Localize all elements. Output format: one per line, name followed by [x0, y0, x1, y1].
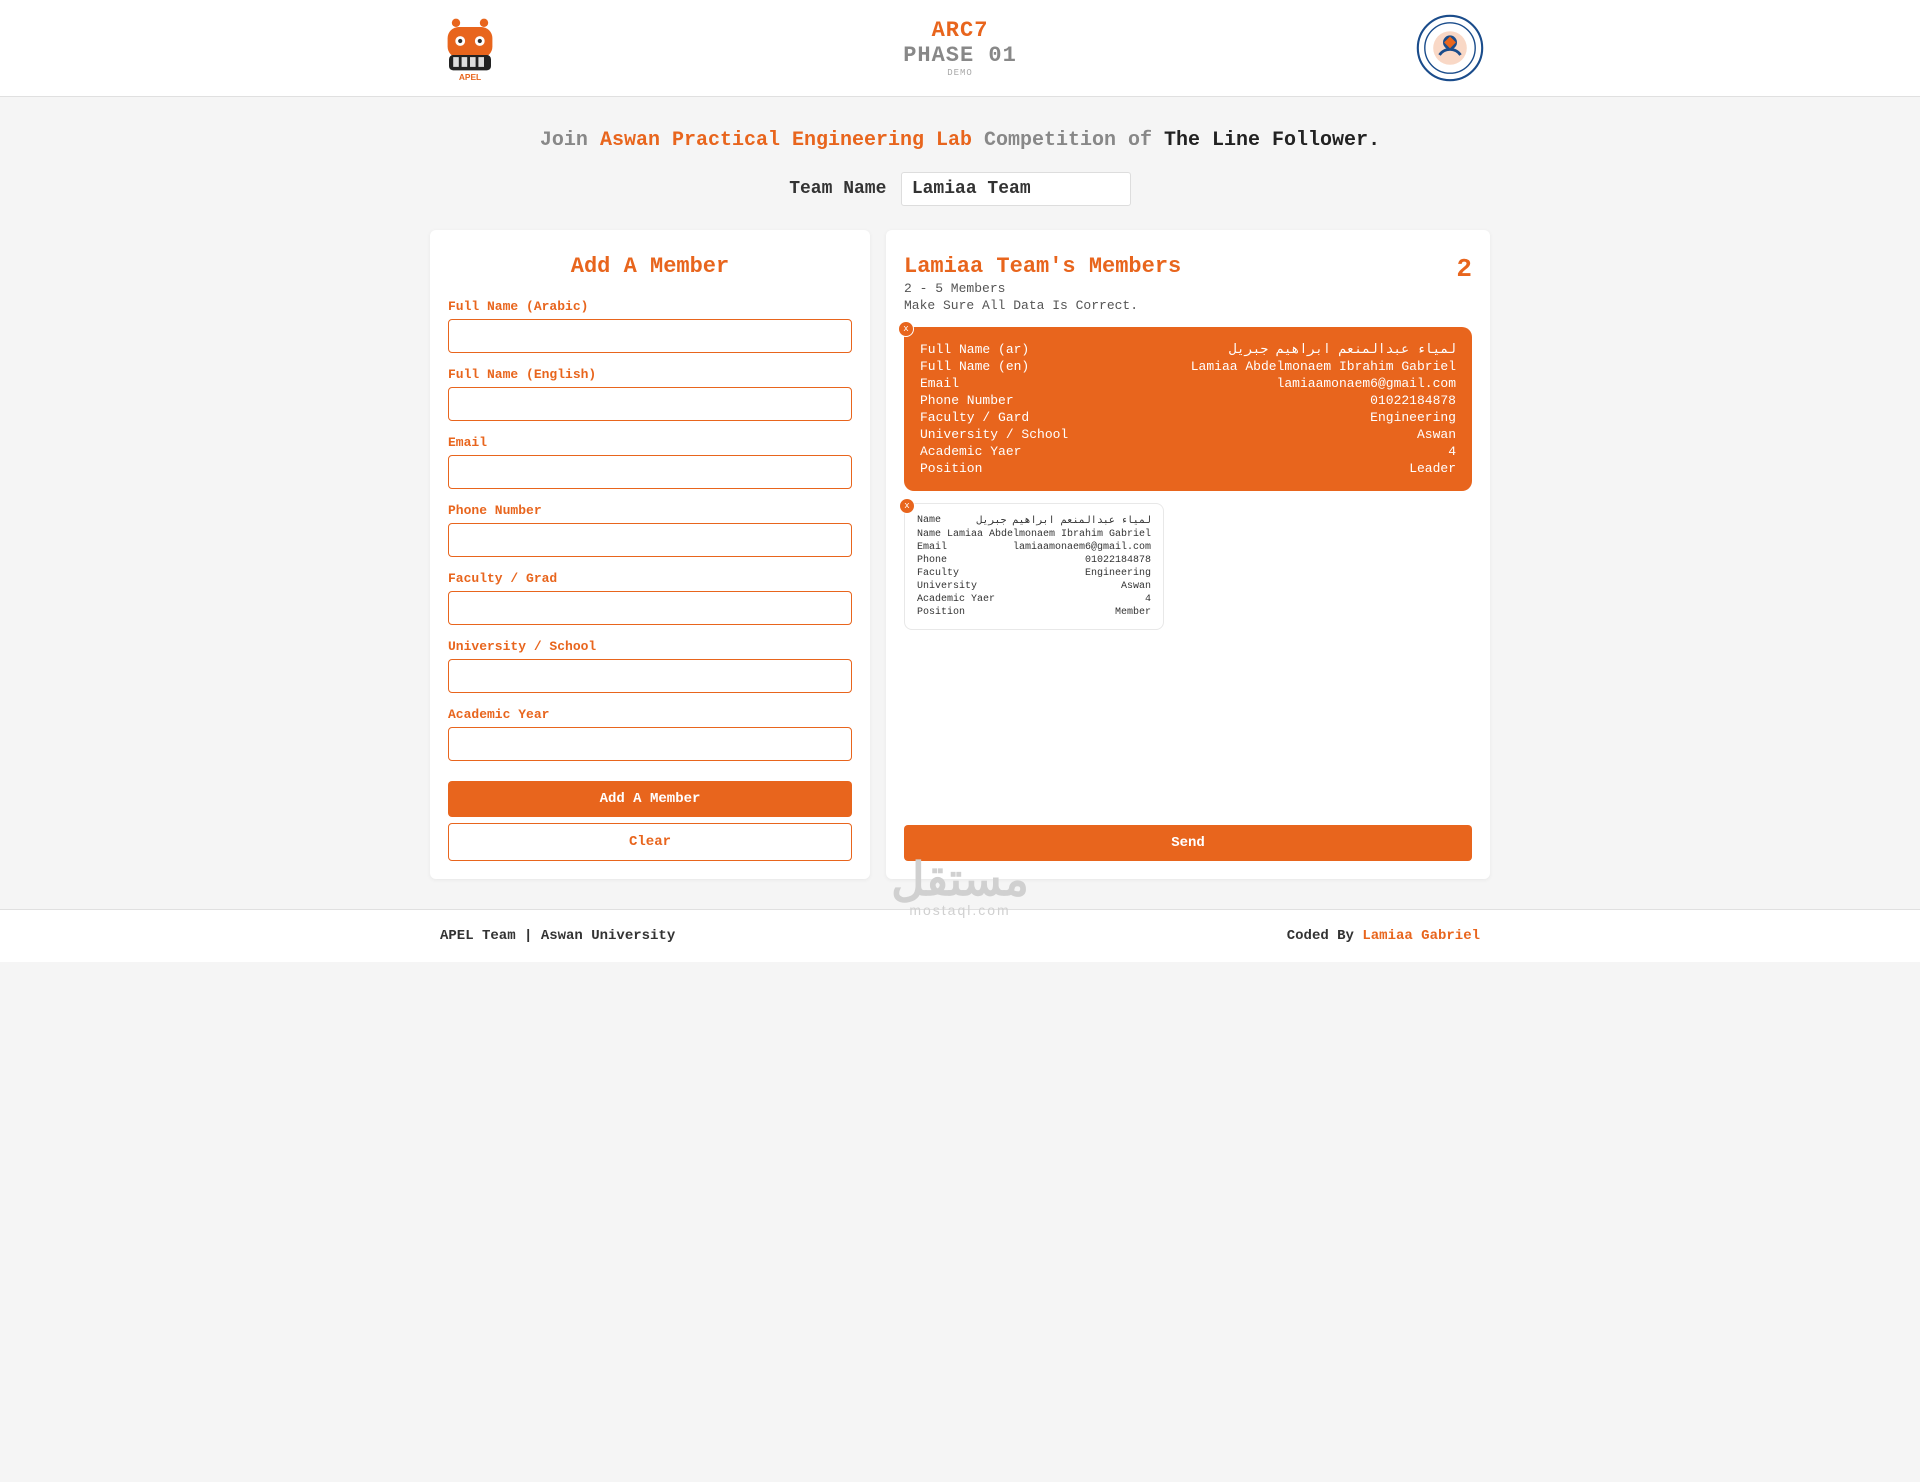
watermark-en: mostaql.com — [891, 902, 1029, 918]
v-name-en: Lamiaa Abdelmonaem Ibrahim Gabriel — [1191, 359, 1456, 374]
k-year: Academic Yaer — [920, 444, 1021, 459]
add-member-card: Add A Member Full Name (Arabic) Full Nam… — [430, 230, 870, 879]
k-faculty: Faculty — [917, 568, 959, 579]
k-email: Email — [917, 542, 947, 553]
k-university: University / School — [920, 427, 1068, 442]
v-phone: 01022184878 — [1370, 393, 1456, 408]
label-name-en: Full Name (English) — [448, 367, 852, 382]
v-faculty: Engineering — [1085, 568, 1151, 579]
input-faculty[interactable] — [448, 591, 852, 625]
input-email[interactable] — [448, 455, 852, 489]
members-range: 2 - 5 Members — [904, 281, 1181, 296]
members-count: 2 — [1456, 254, 1472, 284]
svg-text:APEL: APEL — [459, 72, 481, 82]
k-faculty: Faculty / Gard — [920, 410, 1029, 425]
k-phone: Phone Number — [920, 393, 1014, 408]
v-position: Member — [1115, 607, 1151, 618]
apel-logo: APEL — [430, 12, 510, 84]
k-university: University — [917, 581, 977, 592]
v-university: Aswan — [1417, 427, 1456, 442]
v-year: 4 — [1145, 594, 1151, 605]
send-button[interactable]: Send — [904, 825, 1472, 861]
tagline-join: Join — [540, 129, 600, 152]
demo-label: DEMO — [510, 68, 1410, 78]
k-year: Academic Yaer — [917, 594, 995, 605]
v-name-ar: لمياء عبدالمنعم ابراهيم جبريل — [1229, 342, 1456, 357]
k-phone: Phone — [917, 555, 947, 566]
tagline-competition: Competition of — [972, 129, 1164, 152]
members-title: Lamiaa Team's Members — [904, 254, 1181, 279]
members-note: Make Sure All Data Is Correct. — [904, 298, 1472, 313]
tagline: Join Aswan Practical Engineering Lab Com… — [0, 97, 1920, 172]
v-name-en: Lamiaa Abdelmonaem Ibrahim Gabriel — [947, 529, 1151, 540]
footer: مستقل mostaql.com APEL Team | Aswan Univ… — [0, 909, 1920, 962]
k-email: Email — [920, 376, 959, 391]
input-name-ar[interactable] — [448, 319, 852, 353]
robot-icon: APEL — [435, 13, 505, 83]
add-member-button[interactable]: Add A Member — [448, 781, 852, 817]
k-name-ar: Name — [917, 515, 941, 527]
label-faculty: Faculty / Grad — [448, 571, 852, 586]
header: APEL ARC7 PHASE 01 DEMO — [0, 0, 1920, 97]
footer-left: APEL Team | Aswan University — [440, 928, 675, 944]
v-email: lamiaamonaem6@gmail.com — [1013, 542, 1151, 553]
input-phone[interactable] — [448, 523, 852, 557]
member-card-regular: x Nameلمياء عبدالمنعم ابراهيم جبريل Name… — [904, 503, 1164, 630]
label-phone: Phone Number — [448, 503, 852, 518]
v-year: 4 — [1448, 444, 1456, 459]
header-title: ARC7 PHASE 01 DEMO — [510, 18, 1410, 78]
v-university: Aswan — [1121, 581, 1151, 592]
team-name-row: Team Name — [0, 172, 1920, 230]
university-icon — [1415, 13, 1485, 83]
footer-right: Coded By Lamiaa Gabriel — [1287, 928, 1480, 944]
v-email: lamiaamonaem6@gmail.com — [1277, 376, 1456, 391]
member-card-leader: x Full Name (ar)لمياء عبدالمنعم ابراهيم … — [904, 327, 1472, 491]
team-name-input[interactable] — [901, 172, 1131, 206]
label-university: University / School — [448, 639, 852, 654]
k-position: Position — [920, 461, 982, 476]
tagline-lab: Aswan Practical Engineering Lab — [600, 129, 972, 152]
label-name-ar: Full Name (Arabic) — [448, 299, 852, 314]
k-name-ar: Full Name (ar) — [920, 342, 1029, 357]
team-name-label: Team Name — [789, 179, 886, 199]
remove-member-button[interactable]: x — [898, 321, 914, 337]
input-year[interactable] — [448, 727, 852, 761]
v-phone: 01022184878 — [1085, 555, 1151, 566]
input-name-en[interactable] — [448, 387, 852, 421]
tagline-track: The Line Follower. — [1164, 129, 1380, 152]
k-name-en: Name — [917, 529, 941, 540]
v-position: Leader — [1409, 461, 1456, 476]
members-card: Lamiaa Team's Members 2 - 5 Members 2 Ma… — [886, 230, 1490, 879]
remove-member-button[interactable]: x — [899, 498, 915, 514]
v-name-ar: لمياء عبدالمنعم ابراهيم جبريل — [976, 515, 1151, 527]
input-university[interactable] — [448, 659, 852, 693]
v-faculty: Engineering — [1370, 410, 1456, 425]
footer-author: Lamiaa Gabriel — [1362, 928, 1480, 944]
phase-name: PHASE 01 — [510, 43, 1410, 68]
label-email: Email — [448, 435, 852, 450]
clear-button[interactable]: Clear — [448, 823, 852, 861]
university-logo — [1410, 12, 1490, 84]
label-year: Academic Year — [448, 707, 852, 722]
k-name-en: Full Name (en) — [920, 359, 1029, 374]
footer-right-prefix: Coded By — [1287, 928, 1363, 944]
arc-name: ARC7 — [510, 18, 1410, 43]
add-member-title: Add A Member — [448, 254, 852, 279]
k-position: Position — [917, 607, 965, 618]
